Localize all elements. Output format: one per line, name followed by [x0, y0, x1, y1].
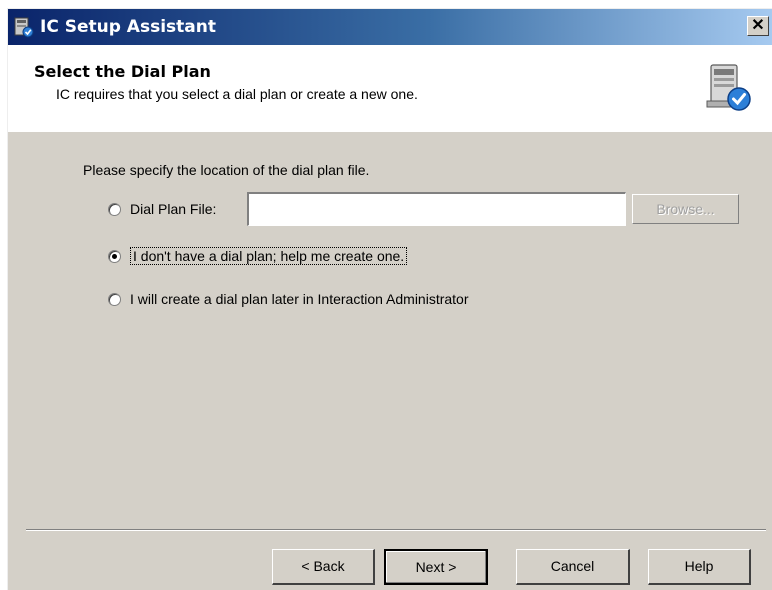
option-dial-plan-file[interactable]: Dial Plan File:: [108, 201, 216, 217]
browse-button[interactable]: Browse...: [632, 194, 739, 224]
option-create-later[interactable]: I will create a dial plan later in Inter…: [108, 291, 469, 307]
help-button[interactable]: Help: [648, 549, 751, 585]
radio-create-dial-plan[interactable]: [108, 249, 121, 263]
radio-create-later[interactable]: [108, 292, 121, 306]
footer-divider-highlight: [26, 530, 766, 531]
setup-wizard-icon: [705, 61, 751, 115]
option-create-dial-plan[interactable]: I don't have a dial plan; help me create…: [108, 247, 408, 265]
page-title: Select the Dial Plan: [34, 62, 211, 81]
next-button[interactable]: Next >: [384, 549, 488, 585]
dial-plan-file-input[interactable]: [247, 192, 626, 226]
back-button-label: < Back: [301, 558, 345, 574]
option-dial-plan-file-label: Dial Plan File:: [130, 201, 217, 217]
cancel-button[interactable]: Cancel: [516, 549, 630, 585]
next-button-label: Next >: [415, 559, 457, 575]
wizard-header: Select the Dial Plan IC requires that yo…: [8, 45, 772, 132]
radio-dial-plan-file[interactable]: [108, 202, 121, 216]
app-icon: [14, 16, 34, 38]
close-button[interactable]: ✕: [747, 16, 769, 36]
back-button[interactable]: < Back: [272, 549, 375, 585]
window-title: IC Setup Assistant: [40, 17, 216, 37]
page-subtitle: IC requires that you select a dial plan …: [56, 86, 418, 102]
option-create-later-label: I will create a dial plan later in Inter…: [130, 291, 469, 307]
setup-dialog: IC Setup Assistant ✕ Select the Dial Pla…: [7, 8, 772, 590]
title-bar[interactable]: IC Setup Assistant ✕: [8, 9, 772, 45]
option-create-dial-plan-label: I don't have a dial plan; help me create…: [130, 247, 408, 265]
instruction-text: Please specify the location of the dial …: [83, 162, 370, 178]
help-button-label: Help: [684, 558, 714, 574]
close-icon: ✕: [751, 17, 765, 34]
cancel-button-label: Cancel: [550, 558, 595, 574]
header-divider: [8, 131, 772, 132]
